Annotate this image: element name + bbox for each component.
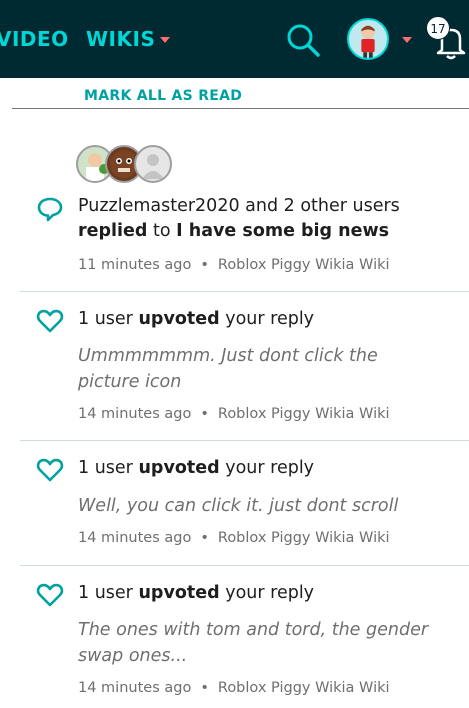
top-nav-bar: VIDEO WIKIS 17: [0, 0, 469, 78]
search-icon[interactable]: [285, 22, 321, 58]
mark-all-as-read-link[interactable]: MARK ALL AS READ: [84, 88, 242, 104]
notification-target: your reply: [225, 583, 315, 603]
avatar: [134, 145, 172, 183]
notification-count-badge: 17: [426, 16, 450, 40]
wiki-name: Roblox Piggy Wikia Wiki: [217, 406, 390, 422]
nav-wikis[interactable]: WIKIS: [86, 27, 155, 51]
notification-verb: upvoted: [138, 458, 220, 478]
notification-action-line[interactable]: 1 user upvoted your reply: [78, 309, 314, 329]
notification-quote: Well, you can click it. just dont scroll: [78, 496, 399, 516]
notification-action-line[interactable]: 1 user upvoted your reply: [78, 458, 314, 478]
timestamp: 14 minutes ago: [78, 680, 192, 696]
notification-target: your reply: [225, 458, 315, 478]
actor-avatars: [76, 145, 176, 187]
notification-meta: 14 minutes ago • Roblox Piggy Wikia Wiki: [78, 680, 390, 696]
wiki-name: Roblox Piggy Wikia Wiki: [217, 530, 390, 546]
user-avatar[interactable]: [347, 18, 389, 60]
timestamp: 14 minutes ago: [78, 406, 192, 422]
notification-connector: to: [153, 221, 171, 241]
divider: [20, 291, 469, 292]
notification-action-line[interactable]: 1 user upvoted your reply: [78, 583, 314, 603]
user-menu-caret-icon[interactable]: [402, 37, 412, 43]
wikis-dropdown-caret-icon[interactable]: [160, 37, 170, 43]
wiki-name: Roblox Piggy Wikia Wiki: [217, 680, 390, 696]
nav-video[interactable]: VIDEO: [0, 27, 69, 51]
wiki-name: Roblox Piggy Wikia Wiki: [217, 257, 390, 273]
notification-actor-text: 1 user: [78, 309, 133, 329]
notification-verb: upvoted: [138, 583, 220, 603]
notification-action-line[interactable]: replied to I have some big news: [78, 221, 389, 241]
notification-quote: Ummmmmmm. Just dont click the picture ic…: [78, 346, 378, 392]
notification-meta: 14 minutes ago • Roblox Piggy Wikia Wiki: [78, 406, 390, 422]
timestamp: 11 minutes ago: [78, 257, 192, 273]
heart-icon: [36, 309, 64, 333]
notification-actor-text: 1 user: [78, 458, 133, 478]
notification-target: I have some big news: [176, 221, 390, 241]
divider: [20, 440, 469, 441]
notification-verb: upvoted: [138, 309, 220, 329]
divider: [20, 565, 469, 566]
heart-icon: [36, 583, 64, 607]
heart-icon: [36, 458, 64, 482]
timestamp: 14 minutes ago: [78, 530, 192, 546]
notification-meta: 14 minutes ago • Roblox Piggy Wikia Wiki: [78, 530, 390, 546]
notification-verb: replied: [78, 221, 148, 241]
notification-actor-text: 1 user: [78, 583, 133, 603]
mark-all-bar: MARK ALL AS READ: [12, 78, 469, 109]
notification-quote: The ones with tom and tord, the gender s…: [78, 620, 429, 666]
notification-actor-text[interactable]: Puzzlemaster2020 and 2 other users: [78, 196, 400, 216]
speech-bubble-icon: [37, 197, 63, 222]
notification-target: your reply: [225, 309, 315, 329]
notification-meta: 11 minutes ago • Roblox Piggy Wikia Wiki: [78, 257, 390, 273]
